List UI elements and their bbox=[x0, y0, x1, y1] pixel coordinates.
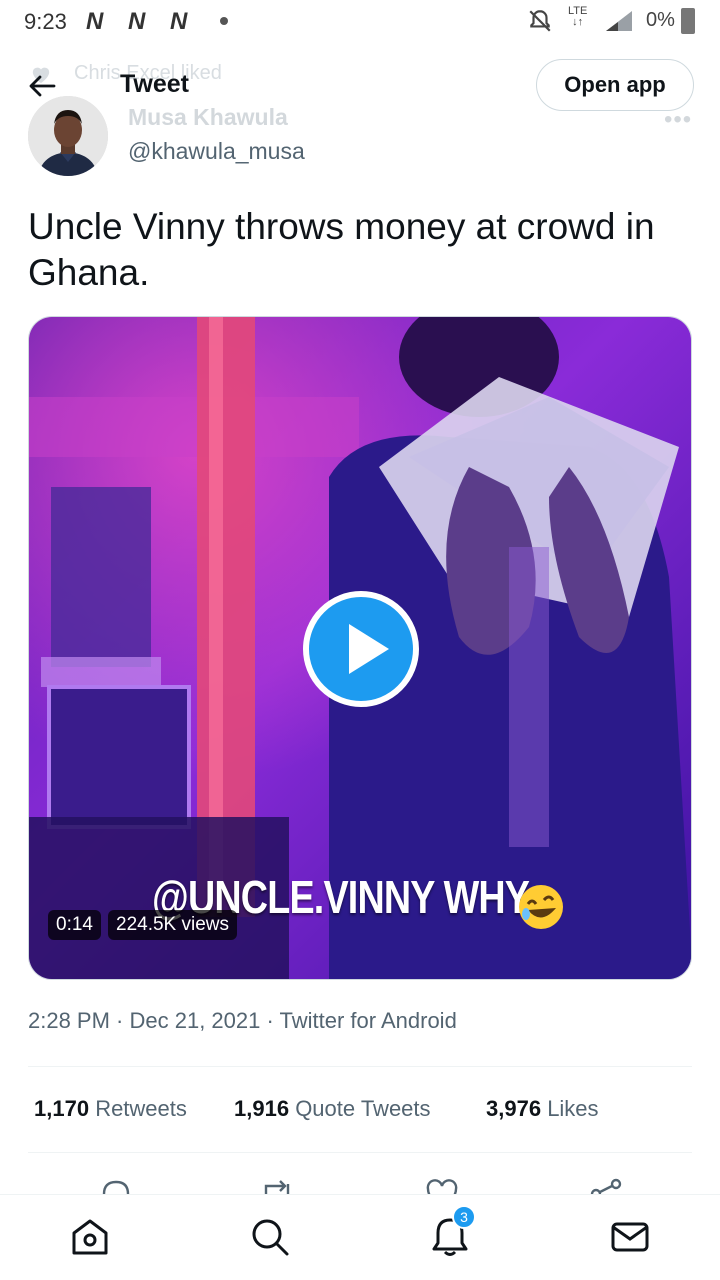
quote-tweets-stat[interactable]: 1,916 Quote Tweets bbox=[234, 1096, 431, 1122]
author-handle[interactable]: @khawula_musa bbox=[128, 138, 305, 165]
play-button[interactable] bbox=[303, 591, 419, 707]
status-time: 9:23 bbox=[24, 9, 67, 34]
reply-icon[interactable] bbox=[98, 1176, 134, 1194]
lte-indicator: LTE ↓↑ bbox=[568, 5, 588, 28]
author-name[interactable]: Musa Khawula bbox=[128, 104, 288, 131]
tweet-metadata[interactable]: 2:28 PM · Dec 21, 2021 · Twitter for And… bbox=[28, 1008, 457, 1034]
netflix-app-icon: N bbox=[86, 8, 103, 35]
video-views: 224.5K views bbox=[108, 910, 238, 940]
tweet-actions bbox=[0, 1176, 720, 1194]
netflix-app-icon: N bbox=[170, 8, 187, 35]
notifications-badge: 3 bbox=[452, 1205, 476, 1229]
play-icon bbox=[349, 624, 389, 674]
more-notifications-dot bbox=[220, 17, 228, 25]
retweets-stat[interactable]: 1,170 Retweets bbox=[34, 1096, 187, 1122]
share-icon[interactable] bbox=[588, 1176, 624, 1194]
video-duration: 0:14 bbox=[48, 910, 101, 940]
netflix-app-icon: N bbox=[128, 8, 145, 35]
avatar[interactable] bbox=[28, 96, 108, 176]
back-arrow-icon[interactable] bbox=[26, 70, 58, 102]
likes-stat[interactable]: 3,976 Likes bbox=[486, 1096, 599, 1122]
bell-muted-icon bbox=[529, 10, 551, 32]
messages-icon[interactable] bbox=[608, 1215, 652, 1259]
page-title: Tweet bbox=[120, 70, 189, 98]
open-app-button[interactable]: Open app bbox=[536, 59, 694, 111]
status-bar: 9:23 N N N LTE ↓↑ 0% bbox=[0, 0, 720, 44]
more-options-icon[interactable]: ••• bbox=[664, 106, 692, 134]
divider bbox=[28, 1152, 692, 1153]
divider bbox=[28, 1066, 692, 1067]
battery-percent: 0% bbox=[646, 9, 675, 31]
home-icon[interactable] bbox=[68, 1215, 112, 1259]
signal-icon bbox=[606, 11, 632, 31]
retweet-icon[interactable] bbox=[258, 1176, 294, 1194]
laughing-emoji-icon bbox=[519, 885, 563, 929]
battery-icon bbox=[681, 8, 695, 34]
search-icon[interactable] bbox=[248, 1215, 292, 1259]
bottom-navigation: 3 bbox=[0, 1194, 720, 1280]
like-icon[interactable] bbox=[424, 1176, 460, 1194]
top-header: Tweet Open app bbox=[0, 56, 720, 116]
avatar-image bbox=[28, 96, 108, 176]
tweet-text: Uncle Vinny throws money at crowd in Gha… bbox=[28, 206, 655, 293]
